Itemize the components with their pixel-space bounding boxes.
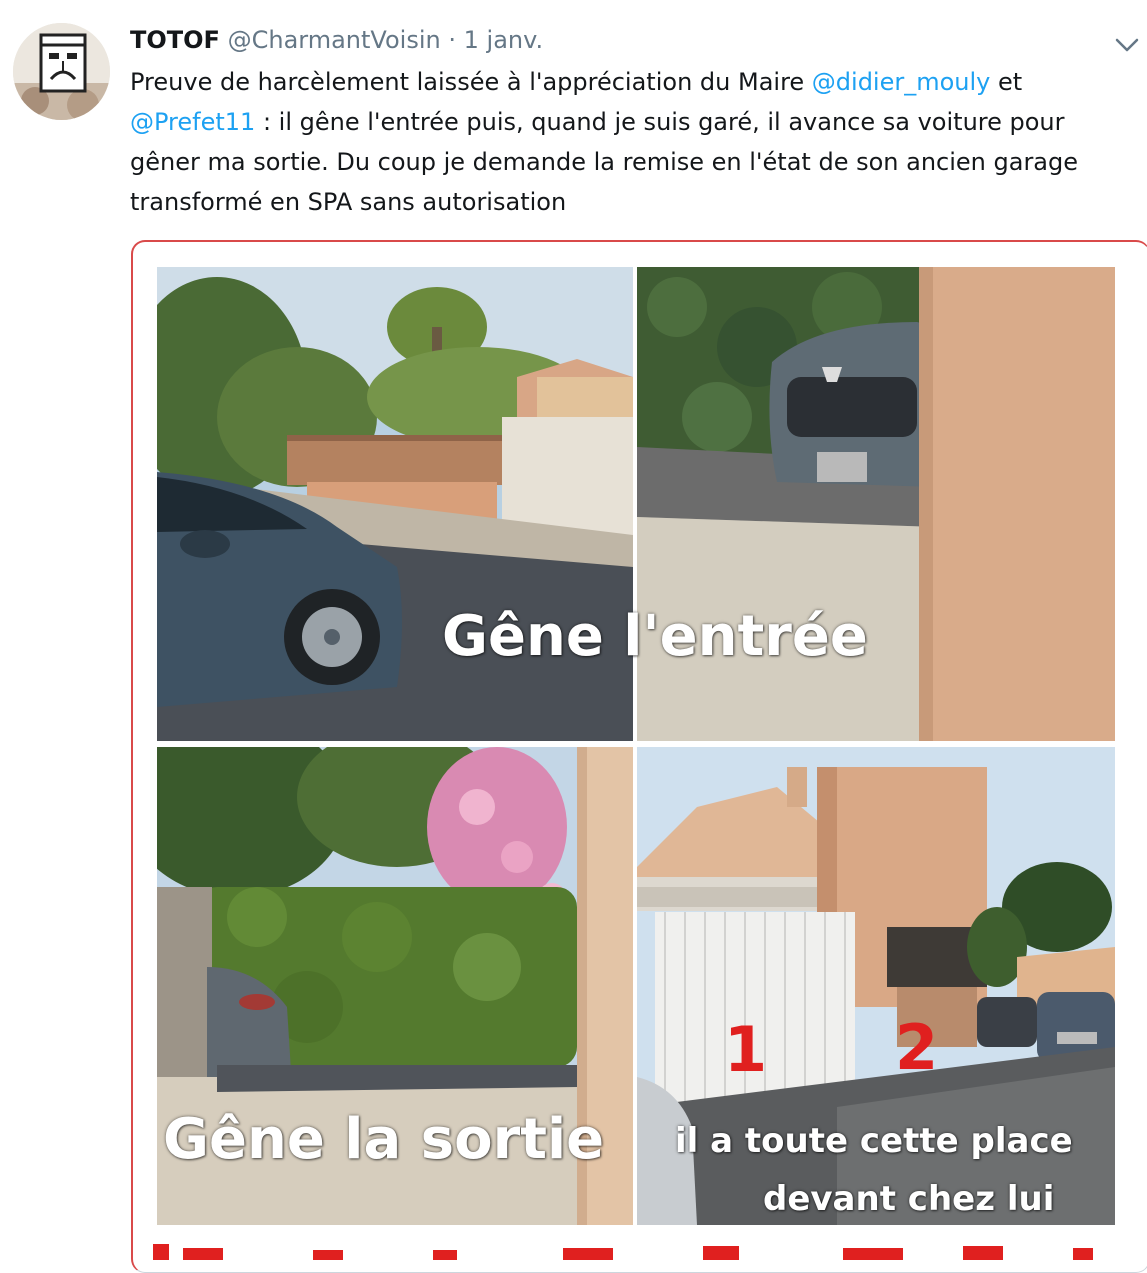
tweet-date[interactable]: 1 janv. <box>464 26 543 54</box>
photo-garage <box>637 747 1115 1225</box>
mention-link[interactable]: @didier_mouly <box>812 68 991 96</box>
photo-collage: Gêne l'entrée Gêne la sortie il a toute … <box>157 267 1115 1225</box>
photo-driveway-car <box>157 267 633 741</box>
avatar[interactable] <box>13 23 110 120</box>
cropped-annotation-strip <box>153 1244 1093 1260</box>
photo-hedge-exit <box>157 747 633 1225</box>
media-card[interactable]: Gêne l'entrée Gêne la sortie il a toute … <box>131 240 1147 1273</box>
tweet-menu-button[interactable] <box>1110 28 1144 62</box>
user-handle[interactable]: @CharmantVoisin <box>228 26 441 54</box>
tweet-header: TOTOF @CharmantVoisin · 1 janv. <box>130 22 543 58</box>
display-name[interactable]: TOTOF <box>130 26 220 54</box>
photo-parked-car-front <box>637 267 1115 741</box>
tweet-text: Preuve de harcèlement laissée à l'appréc… <box>130 62 1130 222</box>
chevron-down-icon <box>1115 38 1139 52</box>
tweet-text-part: : il gêne l'entrée puis, quand je suis g… <box>130 108 1079 216</box>
tweet-text-part: Preuve de harcèlement laissée à l'appréc… <box>130 68 812 96</box>
garage-label-1: 1 <box>724 1013 768 1086</box>
separator-dot: · <box>448 26 456 54</box>
tweet-text-part: et <box>990 68 1023 96</box>
garage-label-2: 2 <box>895 1011 939 1084</box>
mention-link[interactable]: @Prefet11 <box>130 108 255 136</box>
avatar-icon <box>13 23 110 120</box>
